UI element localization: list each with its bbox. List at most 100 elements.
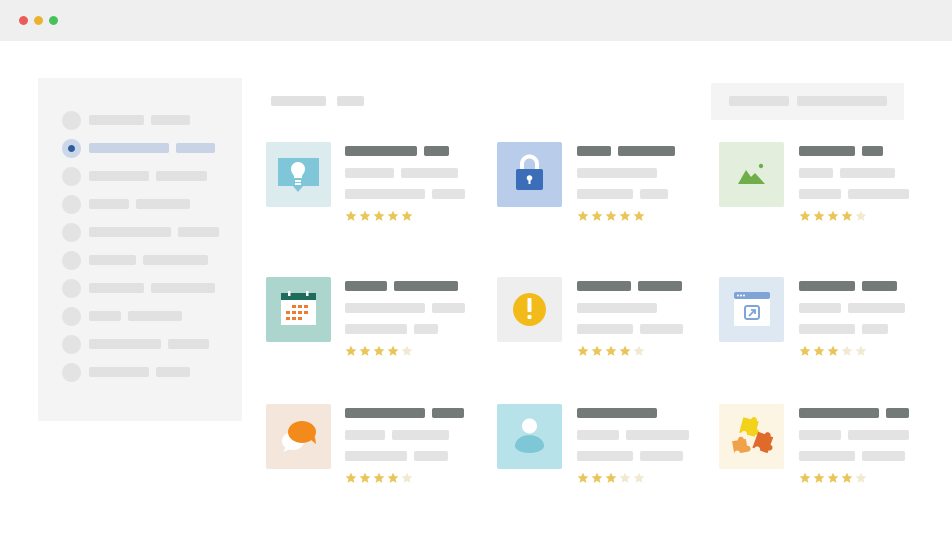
card-text-line (799, 189, 841, 199)
star-filled-icon (359, 210, 371, 221)
radio-button[interactable] (62, 251, 81, 270)
app-card[interactable] (719, 277, 919, 367)
card-text-line (345, 430, 385, 440)
star-empty-icon (855, 345, 867, 356)
app-card[interactable] (497, 277, 697, 367)
radio-button[interactable] (62, 279, 81, 298)
icon-tile (266, 404, 331, 469)
card-text-line (862, 451, 905, 461)
sidebar (38, 78, 242, 421)
sidebar-item-3[interactable] (62, 167, 232, 187)
app-card[interactable] (266, 404, 466, 494)
sidebar-item-label (89, 255, 136, 265)
search-box[interactable] (711, 83, 904, 120)
star-filled-icon (813, 472, 825, 483)
icon-tile (719, 142, 784, 207)
browser-window-icon (734, 292, 770, 326)
card-title-tag (862, 281, 897, 291)
sidebar-item-label (89, 311, 121, 321)
card-title (799, 146, 855, 156)
app-card[interactable] (497, 142, 697, 232)
breadcrumb-item[interactable] (337, 96, 364, 106)
card-text-line (577, 303, 657, 313)
sidebar-item-2[interactable] (62, 139, 232, 159)
search-placeholder (729, 96, 789, 106)
radio-button-selected[interactable] (62, 139, 81, 158)
sidebar-item-7[interactable] (62, 279, 232, 299)
star-filled-icon (799, 345, 811, 356)
star-filled-icon (373, 210, 385, 221)
card-text-line (799, 168, 833, 178)
radio-button[interactable] (62, 363, 81, 382)
app-card[interactable] (719, 142, 919, 232)
icon-tile (497, 404, 562, 469)
sidebar-item-9[interactable] (62, 335, 232, 355)
star-filled-icon (591, 210, 603, 221)
star-filled-icon (841, 210, 853, 221)
sidebar-item-meta (143, 255, 208, 265)
sidebar-item-8[interactable] (62, 307, 232, 327)
puzzle-pieces-icon (732, 417, 774, 455)
sidebar-item-meta (156, 367, 190, 377)
icon-tile (719, 277, 784, 342)
card-text-line (392, 430, 449, 440)
star-filled-icon (387, 472, 399, 483)
minimize-window-button[interactable] (34, 16, 43, 25)
star-empty-icon (855, 472, 867, 483)
card-title (577, 408, 657, 418)
radio-button[interactable] (62, 167, 81, 186)
app-card[interactable] (719, 404, 919, 494)
star-filled-icon (387, 345, 399, 356)
sidebar-item-label (89, 283, 144, 293)
card-title (577, 281, 631, 291)
card-text-line (848, 303, 905, 313)
star-filled-icon (605, 345, 617, 356)
radio-button[interactable] (62, 335, 81, 354)
card-text-line (345, 189, 425, 199)
star-filled-icon (577, 472, 589, 483)
star-rating (577, 345, 645, 359)
card-text-line (848, 430, 909, 440)
app-card[interactable] (497, 404, 697, 494)
close-window-button[interactable] (19, 16, 28, 25)
radio-button[interactable] (62, 307, 81, 326)
card-title-tag (862, 146, 883, 156)
user-icon (515, 418, 544, 453)
app-card[interactable] (266, 142, 466, 232)
sidebar-item-5[interactable] (62, 223, 232, 243)
star-filled-icon (813, 345, 825, 356)
sidebar-item-4[interactable] (62, 195, 232, 215)
breadcrumb-item[interactable] (271, 96, 326, 106)
card-text-line (414, 324, 438, 334)
lightbulb-icon (278, 158, 319, 192)
star-filled-icon (799, 472, 811, 483)
star-filled-icon (359, 345, 371, 356)
card-text-line (432, 303, 465, 313)
star-rating (345, 210, 413, 224)
warning-icon (513, 293, 546, 326)
sidebar-item-6[interactable] (62, 251, 232, 271)
star-filled-icon (633, 210, 645, 221)
sidebar-item-label (89, 143, 169, 153)
radio-button[interactable] (62, 111, 81, 130)
sidebar-item-1[interactable] (62, 111, 232, 131)
sidebar-item-meta (151, 283, 215, 293)
sidebar-item-10[interactable] (62, 363, 232, 383)
card-text-line (640, 451, 683, 461)
icon-tile (497, 277, 562, 342)
star-filled-icon (345, 472, 357, 483)
sidebar-item-meta (176, 143, 215, 153)
star-filled-icon (401, 210, 413, 221)
card-text-line (840, 168, 895, 178)
maximize-window-button[interactable] (49, 16, 58, 25)
icon-tile (719, 404, 784, 469)
radio-button[interactable] (62, 223, 81, 242)
star-filled-icon (345, 345, 357, 356)
app-card[interactable] (266, 277, 466, 367)
radio-button[interactable] (62, 195, 81, 214)
card-text-line (432, 189, 465, 199)
sidebar-item-meta (151, 115, 190, 125)
card-text-line (577, 168, 657, 178)
card-title-tag (618, 146, 675, 156)
star-empty-icon (619, 472, 631, 483)
